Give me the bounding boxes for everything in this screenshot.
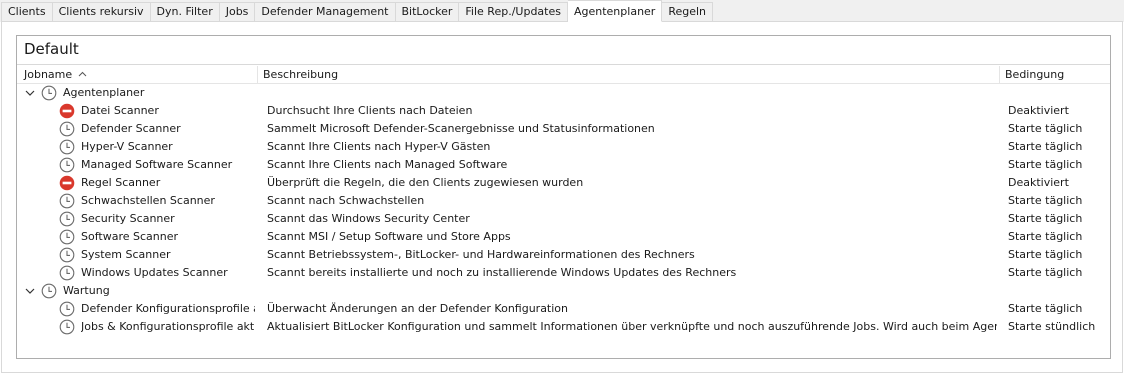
tab-clients[interactable]: Clients <box>1 2 53 22</box>
column-resize-handle[interactable] <box>257 66 258 83</box>
job-name: Managed Software Scanner <box>81 158 233 171</box>
job-row[interactable]: Defender Konfigurationsprofile a... Überw… <box>17 300 1110 318</box>
job-condition: Starte täglich <box>1008 140 1083 153</box>
clock-icon <box>59 301 75 317</box>
tab-dyn-filter[interactable]: Dyn. Filter <box>150 2 220 22</box>
job-description: Scannt MSI / Setup Software und Store Ap… <box>267 230 511 243</box>
job-condition: Starte täglich <box>1008 266 1083 279</box>
column-header-jobname-label: Jobname <box>24 68 73 81</box>
job-description: Scannt Ihre Clients nach Hyper-V Gästen <box>267 140 491 153</box>
clock-icon <box>41 85 57 101</box>
job-condition: Deaktiviert <box>1008 176 1069 189</box>
group-box-default: Default Jobname Beschreibung Bedingung A… <box>16 35 1111 359</box>
job-name: Regel Scanner <box>81 176 161 189</box>
clock-icon <box>59 319 75 335</box>
clock-icon <box>59 229 75 245</box>
job-description: Scannt das Windows Security Center <box>267 212 470 225</box>
job-condition: Starte täglich <box>1008 158 1083 171</box>
column-header-row: Jobname Beschreibung Bedingung <box>17 66 1110 84</box>
job-name: Defender Konfigurationsprofile a... <box>81 302 255 315</box>
job-row[interactable]: Jobs & Konfigurationsprofile aktu... Aktu… <box>17 318 1110 336</box>
job-row[interactable]: Regel Scanner Überprüft die Regeln, die d… <box>17 174 1110 192</box>
disabled-icon <box>59 175 75 191</box>
job-name: Hyper-V Scanner <box>81 140 173 153</box>
job-description: Überprüft die Regeln, die den Clients zu… <box>267 176 584 189</box>
group-title: Default <box>24 40 79 58</box>
job-name: System Scanner <box>81 248 171 261</box>
column-header-jobname[interactable]: Jobname <box>24 66 87 83</box>
job-tree-list: Agentenplaner Datei Scanner Durchsucht Ihr… <box>17 84 1110 336</box>
clock-icon <box>59 139 75 155</box>
tab-jobs[interactable]: Jobs <box>219 2 256 22</box>
job-condition: Starte täglich <box>1008 194 1083 207</box>
job-row[interactable]: System Scanner Scannt Betriebssystem-, Bi… <box>17 246 1110 264</box>
tab-file-rep-updates[interactable]: File Rep./Updates <box>459 2 568 22</box>
job-name: Datei Scanner <box>81 104 159 117</box>
clock-icon <box>59 157 75 173</box>
job-condition: Deaktiviert <box>1008 104 1069 117</box>
job-row[interactable]: Security Scanner Scannt das Windows Secur… <box>17 210 1110 228</box>
job-name: Jobs & Konfigurationsprofile aktu... <box>81 320 255 333</box>
tree-category-row[interactable]: Wartung <box>17 282 1110 300</box>
chevron-down-icon[interactable] <box>23 86 37 100</box>
category-name: Agentenplaner <box>63 86 145 99</box>
job-description: Scannt nach Schwachstellen <box>267 194 425 207</box>
job-row[interactable]: Software Scanner Scannt MSI / Setup Softw… <box>17 228 1110 246</box>
job-condition: Starte täglich <box>1008 212 1083 225</box>
tab-content-pane: Default Jobname Beschreibung Bedingung A… <box>1 21 1123 373</box>
clock-icon <box>59 211 75 227</box>
job-condition: Starte täglich <box>1008 302 1083 315</box>
tree-category-row[interactable]: Agentenplaner <box>17 84 1110 102</box>
job-row[interactable]: Defender Scanner Sammelt Microsoft Defend… <box>17 120 1110 138</box>
clock-icon <box>59 193 75 209</box>
job-name: Security Scanner <box>81 212 175 225</box>
tab-strip: Clients Clients rekursiv Dyn. Filter Jobs De… <box>1 0 714 22</box>
job-description: Scannt Betriebssystem-, BitLocker- und H… <box>267 248 695 261</box>
job-name: Schwachstellen Scanner <box>81 194 215 207</box>
job-condition: Starte täglich <box>1008 122 1083 135</box>
job-row[interactable]: Windows Updates Scanner Scannt bereits in… <box>17 264 1110 282</box>
job-row[interactable]: Hyper-V Scanner Scannt Ihre Clients nach … <box>17 138 1110 156</box>
tab-regeln[interactable]: Regeln <box>662 2 714 22</box>
category-name: Wartung <box>63 284 110 297</box>
tab-clients-rekursiv[interactable]: Clients rekursiv <box>52 2 151 22</box>
column-resize-handle[interactable] <box>999 66 1000 83</box>
job-name: Software Scanner <box>81 230 178 243</box>
job-condition: Starte täglich <box>1008 248 1083 261</box>
clock-icon <box>59 121 75 137</box>
job-description: Scannt Ihre Clients nach Managed Softwar… <box>267 158 508 171</box>
column-header-beschreibung[interactable]: Beschreibung <box>263 66 338 83</box>
tab-bar: Clients Clients rekursiv Dyn. Filter Jobs De… <box>0 0 1124 22</box>
job-description: Scannt bereits installierte und noch zu … <box>267 266 737 279</box>
job-name: Defender Scanner <box>81 122 181 135</box>
job-condition: Starte täglich <box>1008 230 1083 243</box>
job-row[interactable]: Managed Software Scanner Scannt Ihre Clie… <box>17 156 1110 174</box>
job-row[interactable]: Datei Scanner Durchsucht Ihre Clients nac… <box>17 102 1110 120</box>
disabled-icon <box>59 103 75 119</box>
job-description: Aktualisiert BitLocker Konfiguration und… <box>267 320 997 333</box>
clock-icon <box>59 247 75 263</box>
job-description: Durchsucht Ihre Clients nach Dateien <box>267 104 473 117</box>
job-description: Überwacht Änderungen an der Defender Kon… <box>267 302 569 315</box>
chevron-down-icon[interactable] <box>23 284 37 298</box>
column-header-bedingung[interactable]: Bedingung <box>1005 66 1064 83</box>
job-condition: Starte stündlich <box>1008 320 1096 333</box>
job-row[interactable]: Schwachstellen Scanner Scannt nach Schwac… <box>17 192 1110 210</box>
clock-icon <box>59 265 75 281</box>
tab-bitlocker[interactable]: BitLocker <box>395 2 460 22</box>
job-description: Sammelt Microsoft Defender-Scanergebniss… <box>267 122 655 135</box>
tab-agentenplaner[interactable]: Agentenplaner <box>567 0 663 22</box>
clock-icon <box>41 283 57 299</box>
job-name: Windows Updates Scanner <box>81 266 228 279</box>
title-divider <box>17 64 1110 65</box>
tab-defender-management[interactable]: Defender Management <box>255 2 396 22</box>
